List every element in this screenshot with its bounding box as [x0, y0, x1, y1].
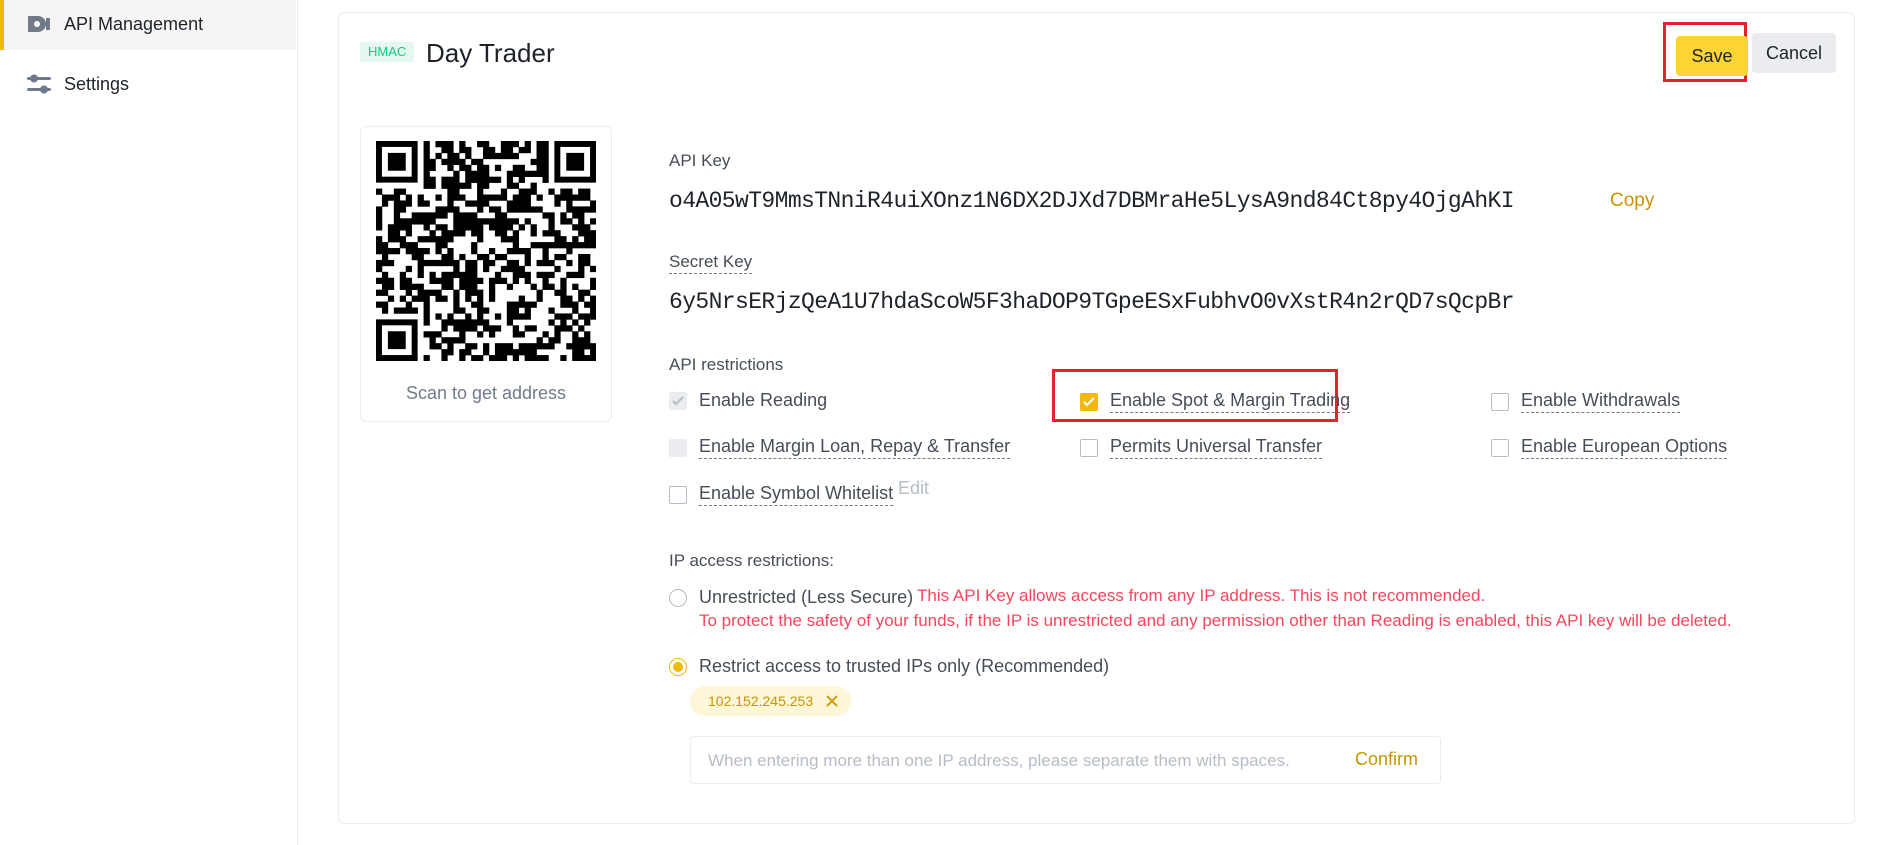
secret-key-label: Secret Key	[669, 252, 753, 274]
save-button[interactable]: Save	[1676, 36, 1748, 76]
sidebar: API Management Settings	[0, 0, 298, 845]
enable-european-option: Enable European Options	[1491, 436, 1728, 459]
permits-universal-option: Permits Universal Transfer	[1080, 436, 1323, 459]
edit-whitelist-link[interactable]: Edit	[898, 478, 929, 499]
secret-key-value: 6y5NrsERjzQeA1U7hdaScoW5F3haDOP9TGpeESxF…	[669, 289, 1515, 315]
ip-input[interactable]	[706, 737, 1310, 785]
permits-universal-checkbox[interactable]	[1080, 438, 1098, 457]
enable-reading-checkbox[interactable]	[669, 391, 687, 410]
restrict-trusted-option[interactable]: Restrict access to trusted IPs only (Rec…	[669, 656, 1109, 677]
qr-code-box: Scan to get address	[360, 126, 612, 422]
qr-code-image	[376, 141, 596, 361]
unrestricted-label: Unrestricted (Less Secure)	[699, 587, 914, 607]
check-icon	[672, 395, 684, 405]
api-restrictions-label: API restrictions	[669, 355, 784, 374]
check-icon	[1083, 396, 1095, 406]
enable-reading-label: Enable Reading	[699, 390, 828, 410]
enable-spot-margin-checkbox[interactable]	[1080, 392, 1098, 411]
copy-button[interactable]: Copy	[1610, 190, 1654, 212]
unrestricted-deletion-warning: To protect the safety of your funds, if …	[699, 611, 1732, 630]
cancel-button[interactable]: Cancel	[1752, 33, 1836, 73]
permits-universal-label[interactable]: Permits Universal Transfer	[1110, 436, 1323, 459]
sliders-icon	[26, 73, 52, 95]
ip-input-field: Confirm	[690, 736, 1441, 785]
ip-restrictions-label: IP access restrictions:	[669, 551, 835, 570]
sidebar-item-label: Settings	[64, 73, 130, 94]
qr-caption: Scan to get address	[405, 383, 567, 403]
sidebar-item-label: API Management	[64, 13, 204, 34]
enable-symbol-whitelist-label[interactable]: Enable Symbol Whitelist	[699, 483, 894, 506]
unrestricted-radio[interactable]	[669, 588, 687, 607]
enable-symbol-whitelist-option: Enable Symbol Whitelist	[669, 483, 894, 506]
enable-withdrawals-option: Enable Withdrawals	[1491, 390, 1681, 413]
enable-spot-margin-option: Enable Spot & Margin Trading	[1080, 390, 1351, 413]
unrestricted-warning: This API Key allows access from any IP a…	[917, 586, 1486, 605]
hmac-badge: HMAC	[360, 42, 415, 62]
ip-chip-label: 102.152.245.253	[708, 693, 814, 709]
sidebar-item-api-management[interactable]: API Management	[0, 0, 296, 50]
enable-withdrawals-label[interactable]: Enable Withdrawals	[1521, 390, 1681, 413]
ip-chip: 102.152.245.253	[690, 686, 852, 716]
confirm-button[interactable]: Confirm	[1355, 749, 1418, 770]
enable-european-checkbox[interactable]	[1491, 438, 1509, 457]
restrict-trusted-radio[interactable]	[669, 657, 687, 676]
enable-margin-loan-checkbox[interactable]	[669, 438, 687, 457]
enable-withdrawals-checkbox[interactable]	[1491, 392, 1509, 411]
enable-reading-option: Enable Reading	[669, 390, 827, 411]
api-key-label: API Key	[669, 151, 731, 170]
api-icon	[26, 13, 52, 35]
enable-european-label[interactable]: Enable European Options	[1521, 436, 1728, 459]
unrestricted-option[interactable]: Unrestricted (Less Secure)	[669, 587, 913, 608]
enable-margin-loan-label[interactable]: Enable Margin Loan, Repay & Transfer	[699, 436, 1011, 459]
enable-symbol-whitelist-checkbox[interactable]	[669, 485, 687, 504]
enable-spot-margin-label[interactable]: Enable Spot & Margin Trading	[1110, 390, 1351, 413]
sidebar-item-settings[interactable]: Settings	[0, 58, 296, 110]
restrict-trusted-label: Restrict access to trusted IPs only (Rec…	[699, 656, 1110, 676]
enable-margin-loan-option: Enable Margin Loan, Repay & Transfer	[669, 436, 1011, 459]
api-key-name: Day Trader	[426, 38, 555, 68]
close-icon[interactable]	[825, 694, 839, 708]
api-key-value: o4A05wT9MmsTNniR4uiXOnz1N6DX2DJXd7DBMraH…	[669, 188, 1515, 214]
